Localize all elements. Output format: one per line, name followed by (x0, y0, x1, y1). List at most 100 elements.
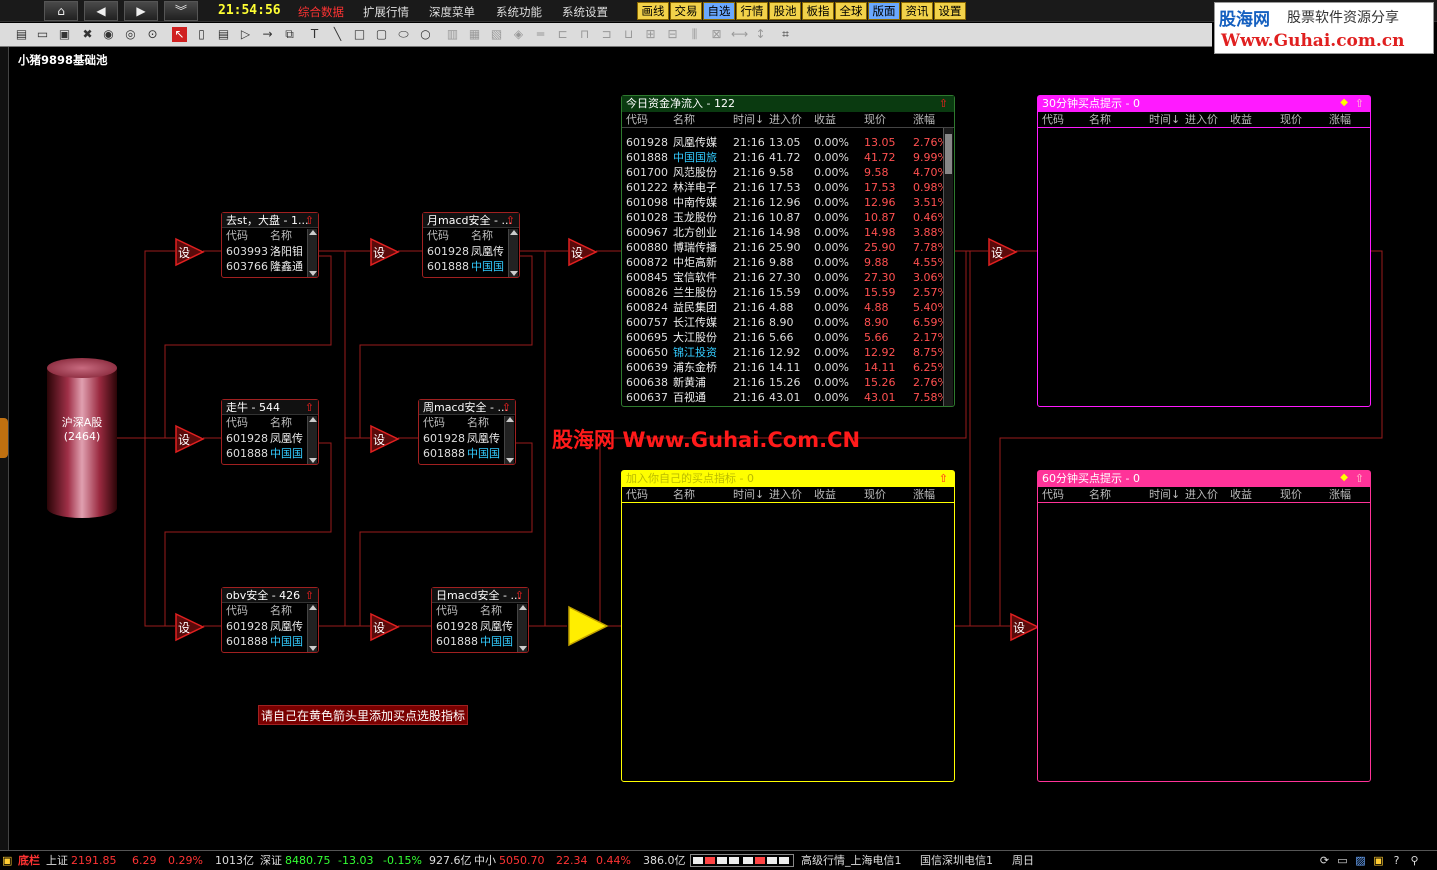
filter-box-day-macd[interactable]: 日macd安全 - ... ⇧ 代码 名称 601928 凤凰传 601888 中国国 (431, 587, 529, 653)
filter-box-obv[interactable]: obv安全 - 426 ⇧ 代码 名称 601928 凤凰传 601888 中国国 (221, 587, 319, 653)
filter-arrow-4[interactable]: 设 (370, 237, 400, 267)
inflow-table-body: 601928 凤凰传媒 21:16 13.05 0.00% 13.05 2.76% 60188… (622, 135, 948, 405)
filter-arrow-60min[interactable]: 设 (1010, 612, 1040, 642)
list-item[interactable]: 601928 凤凰传 (423, 244, 519, 259)
up-arrow-icon[interactable]: ⇧ (305, 214, 314, 227)
panel-30min[interactable]: 30分钟买点提示 - 0 ◆ ⇧ 代码 名称 时间↓ 进入价 收益 现价 涨幅 (1037, 95, 1371, 407)
list-item[interactable]: 601888 中国国 (432, 634, 528, 649)
list-item[interactable]: 601928 凤凰传 (222, 619, 318, 634)
table-row[interactable]: 600826 兰生股份 21:16 15.59 0.00% 15.59 2.57% (622, 285, 948, 300)
cell-time: 21:16 (733, 316, 765, 329)
server-shenzhen[interactable]: 国信深圳电信1 (920, 851, 993, 870)
server-quote[interactable]: 高级行情_上海电信1 (801, 851, 902, 870)
table-row[interactable]: 600872 中炬高新 21:16 9.88 0.00% 9.88 4.55% (622, 255, 948, 270)
filter-arrow-30min[interactable]: 设 (988, 237, 1018, 267)
list-item[interactable]: 601888 中国国 (222, 446, 318, 461)
scrollbar[interactable] (307, 229, 317, 277)
scrollbar[interactable] (307, 604, 317, 652)
list-item[interactable]: 601888 中国国 (423, 259, 519, 274)
filter-arrow-7[interactable]: 设 (568, 237, 598, 267)
list-item[interactable]: 601928 凤凰传 (419, 431, 515, 446)
source-cylinder[interactable]: 沪深A股 (2464) (47, 358, 117, 518)
list-item[interactable]: 601928 凤凰传 (222, 431, 318, 446)
table-row[interactable]: 601098 中南传媒 21:16 12.96 0.00% 12.96 3.51% (622, 195, 948, 210)
up-arrow-icon[interactable]: ⇧ (1355, 472, 1364, 485)
filter-arrow-2[interactable]: 设 (175, 424, 205, 454)
filter-arrow-6[interactable]: 设 (370, 612, 400, 642)
filter-arrow-1[interactable]: 设 (175, 237, 205, 267)
cell-in: 17.53 (769, 181, 801, 194)
cell-ret: 0.00% (814, 181, 849, 194)
scrollbar[interactable] (508, 229, 518, 277)
diamond-icon[interactable]: ◆ (1340, 97, 1348, 108)
table-row[interactable]: 600638 新黄浦 21:16 15.26 0.00% 15.26 2.76% (622, 375, 948, 390)
scrollbar[interactable] (504, 416, 514, 464)
panel-buy-signal[interactable]: 加入你自己的买点指标 - 0 ⇧ 代码 名称 时间↓ 进入价 收益 现价 涨幅 (621, 470, 955, 782)
list-item[interactable]: 601888 中国国 (419, 446, 515, 461)
filter-box-title: 周macd安全 - ... (419, 400, 515, 415)
hint-label: 请自己在黄色箭头里添加买点选股指标 (258, 705, 468, 725)
help-icon[interactable]: ? (1390, 854, 1403, 867)
cell-ret: 0.00% (814, 241, 849, 254)
table-row[interactable]: 600824 益民集团 21:16 4.88 0.00% 4.88 5.40% (622, 300, 948, 315)
chart-icon[interactable]: ▨ (1354, 854, 1367, 867)
up-arrow-icon[interactable]: ⇧ (305, 589, 314, 602)
table-row[interactable]: 600639 浦东金桥 21:16 14.11 0.00% 14.11 6.25% (622, 360, 948, 375)
diamond-icon[interactable]: ◆ (1340, 472, 1348, 483)
cell-code: 601700 (626, 166, 668, 179)
cell-now: 8.90 (864, 316, 889, 329)
filter-box-bull[interactable]: 走牛 - 544 ⇧ 代码 名称 601928 凤凰传 601888 中国国 (221, 399, 319, 465)
filter-arrow-3[interactable]: 设 (175, 612, 205, 642)
cell-in: 41.72 (769, 151, 801, 164)
table-row[interactable]: 600637 百视通 21:16 43.01 0.00% 43.01 7.58% (622, 390, 948, 405)
list-item[interactable]: 603993 洛阳钼 (222, 244, 318, 259)
cell-in: 15.26 (769, 376, 801, 389)
up-arrow-icon[interactable]: ⇧ (1355, 97, 1364, 110)
list-item[interactable]: 603766 隆鑫通 (222, 259, 318, 274)
up-arrow-icon[interactable]: ⇧ (502, 401, 511, 414)
cell-ret: 0.00% (814, 316, 849, 329)
table-row[interactable]: 600967 北方创业 21:16 14.98 0.00% 14.98 3.88% (622, 225, 948, 240)
statusbar-tag[interactable]: 底栏 (18, 851, 40, 870)
panel-60min[interactable]: 60分钟买点提示 - 0 ◆ ⇧ 代码 名称 时间↓ 进入价 收益 现价 涨幅 (1037, 470, 1371, 782)
up-arrow-icon[interactable]: ⇧ (939, 97, 948, 110)
scrollbar[interactable] (307, 416, 317, 464)
table-row[interactable]: 601222 林洋电子 21:16 17.53 0.00% 17.53 0.98% (622, 180, 948, 195)
breadth-bar (693, 857, 703, 864)
signal-icon[interactable]: ⚲ (1408, 854, 1421, 867)
panel-inflow[interactable]: 今日资金净流入 - 122 ⇧ 代码 名称 时间↓ 进入价 收益 现价 涨幅 6… (621, 95, 955, 407)
cell-time: 21:16 (733, 346, 765, 359)
up-arrow-icon[interactable]: ⇧ (506, 214, 515, 227)
up-arrow-icon[interactable]: ⇧ (305, 401, 314, 414)
filter-box-large-cap[interactable]: 去st，大盘 - 1... ⇧ 代码 名称 603993 洛阳钼 603766 隆鑫通 (221, 212, 319, 278)
arrow-label: 设 (373, 433, 386, 447)
table-row[interactable]: 601700 风范股份 21:16 9.58 0.00% 9.58 4.70% (622, 165, 948, 180)
table-row[interactable]: 600650 锦江投资 21:16 12.92 0.00% 12.92 8.75% (622, 345, 948, 360)
scrollbar[interactable] (517, 604, 527, 652)
table-row[interactable]: 601888 中国国旅 21:16 41.72 0.00% 41.72 9.99% (622, 150, 948, 165)
filter-arrow-5[interactable]: 设 (370, 424, 400, 454)
lock-icon[interactable]: ▣ (1372, 854, 1385, 867)
up-arrow-icon[interactable]: ⇧ (939, 472, 948, 485)
scroll-thumb[interactable] (945, 134, 952, 174)
table-row[interactable]: 601928 凤凰传媒 21:16 13.05 0.00% 13.05 2.76% (622, 135, 948, 150)
up-arrow-icon[interactable]: ⇧ (515, 589, 524, 602)
cell-name: 益民集团 (673, 301, 717, 314)
cell-ret: 0.00% (814, 151, 849, 164)
table-row[interactable]: 600695 大江股份 21:16 5.66 0.00% 5.66 2.17% (622, 330, 948, 345)
buy-signal-arrow[interactable] (567, 605, 609, 647)
filter-box-month-macd[interactable]: 月macd安全 - ... ⇧ 代码 名称 601928 凤凰传 601888 中国国 (422, 212, 520, 278)
list-item[interactable]: 601888 中国国 (222, 634, 318, 649)
window-icon[interactable]: ▭ (1336, 854, 1349, 867)
list-item[interactable]: 601928 凤凰传 (432, 619, 528, 634)
table-row[interactable]: 601028 玉龙股份 21:16 10.87 0.00% 10.87 0.46% (622, 210, 948, 225)
filter-box-week-macd[interactable]: 周macd安全 - ... ⇧ 代码 名称 601928 凤凰传 601888 中国国 (418, 399, 516, 465)
table-row[interactable]: 600880 博瑞传播 21:16 25.90 0.00% 25.90 7.78% (622, 240, 948, 255)
table-row[interactable]: 600757 长江传媒 21:16 8.90 0.00% 8.90 6.59% (622, 315, 948, 330)
table-row[interactable]: 600845 宝信软件 21:16 27.30 0.00% 27.30 3.06% (622, 270, 948, 285)
cell-now: 13.05 (864, 136, 896, 149)
scrollbar[interactable] (943, 128, 953, 406)
cell-time: 21:16 (733, 211, 765, 224)
statusbar-toggle-icon[interactable]: ▣ (2, 851, 12, 870)
refresh-icon[interactable]: ⟳ (1318, 854, 1331, 867)
